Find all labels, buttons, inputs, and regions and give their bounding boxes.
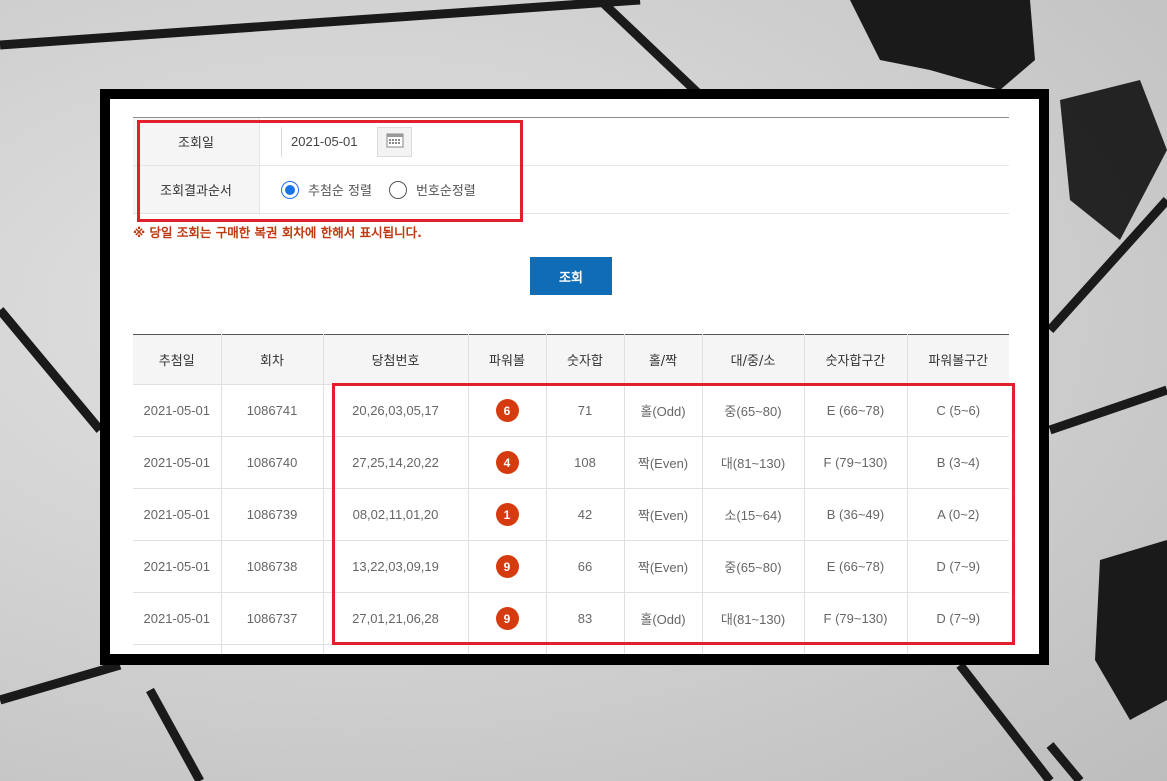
date-row: 조회일 xyxy=(133,118,1009,166)
cell-sum: 42 xyxy=(545,488,624,541)
cell-powerball: 9 xyxy=(467,540,546,593)
powerball-ball: 6 xyxy=(495,399,519,422)
search-button[interactable]: 조회 xyxy=(530,257,612,295)
header-odd-even: 홀/짝 xyxy=(623,334,702,385)
cell-size: 중(65~80) xyxy=(701,540,804,593)
cell-powerball-range: C (5~6) xyxy=(906,384,1009,437)
cell-round: 1086741 xyxy=(220,384,323,437)
cell-odd-even: 홀(Odd) xyxy=(623,592,702,645)
radio-number-order[interactable]: 번호순정렬 xyxy=(388,180,476,199)
cell-powerball: 6 xyxy=(467,384,546,437)
order-field: 추첨순 정렬 번호순정렬 xyxy=(260,166,1009,213)
cell-round: 1086739 xyxy=(220,488,323,541)
powerball-ball: 4 xyxy=(495,451,519,474)
screenshot-frame: 조회일 2021-05-01 조회결과순서 추첨순 정렬 번호순정렬 ※ 당일 … xyxy=(100,89,1049,665)
cell-date: 2021-05-01 xyxy=(133,592,221,645)
cell-numbers: 20,26,03,05,17 xyxy=(322,384,468,437)
radio-number-order-label: 번호순정렬 xyxy=(415,184,476,199)
calendar-button[interactable] xyxy=(377,127,411,156)
cell-powerball-range: D (7~9) xyxy=(906,540,1009,593)
results-table: 추첨일 회차 당첨번호 파워볼 숫자합 홀/짝 대/중/소 숫자합구간 파워볼구… xyxy=(133,334,1009,654)
table-row: 2021-05-01 1086738 13,22,03,09,19 9 66 짝… xyxy=(133,540,1009,593)
date-field xyxy=(260,118,1009,165)
radio-number-order-circle[interactable] xyxy=(388,180,407,199)
cell-sum: 71 xyxy=(545,384,624,437)
cell-numbers: 27,25,14,20,22 xyxy=(322,436,468,489)
cell-powerball-range: D (7~9) xyxy=(906,592,1009,645)
powerball-ball: 9 xyxy=(495,555,519,578)
table-row: 2021-05-01 1086741 20,26,03,05,17 6 71 홀… xyxy=(133,384,1009,437)
cell-odd-even: 짝(Even) xyxy=(623,436,702,489)
table-row: 2021-05-01 1086737 27,01,21,06,28 9 83 홀… xyxy=(133,592,1009,645)
header-sum: 숫자합 xyxy=(545,334,624,385)
cell-sum-range: E (66~78) xyxy=(803,540,907,593)
powerball-ball: 1 xyxy=(495,503,519,526)
cell-odd-even: 홀(Odd) xyxy=(623,384,702,437)
header-round: 회차 xyxy=(220,334,323,385)
cell-date: 2021-05-01 xyxy=(133,384,221,437)
calendar-icon xyxy=(386,132,404,152)
cell-date: 2021-05-01 xyxy=(133,488,221,541)
cell-powerball: 1 xyxy=(467,488,546,541)
cell-numbers: 13,22,03,09,19 xyxy=(322,540,468,593)
cell-odd-even: 짝(Even) xyxy=(623,488,702,541)
cell-sum-range: F (79~130) xyxy=(803,592,907,645)
cell-powerball-range: A (0~2) xyxy=(906,488,1009,541)
header-powerball-range: 파워볼구간 xyxy=(906,334,1009,385)
cell-round: 1086737 xyxy=(220,592,323,645)
search-form: 조회일 2021-05-01 조회결과순서 추첨순 정렬 번호순정렬 xyxy=(133,117,1009,214)
header-size: 대/중/소 xyxy=(701,334,804,385)
cell-size: 대(81~130) xyxy=(701,436,804,489)
date-picker xyxy=(281,126,412,157)
cell-size: 중(65~80) xyxy=(701,384,804,437)
cell-powerball: 9 xyxy=(467,592,546,645)
cell-sum: 108 xyxy=(545,436,624,489)
radio-draw-order[interactable]: 추첨순 정렬 xyxy=(281,180,372,199)
header-sum-range: 숫자합구간 xyxy=(803,334,907,385)
cell-sum-range: E (66~78) xyxy=(803,384,907,437)
header-draw-date: 추첨일 xyxy=(133,334,221,385)
cell-round: 1086738 xyxy=(220,540,323,593)
radio-draw-order-circle[interactable] xyxy=(281,180,299,199)
cell-date: 2021-05-01 xyxy=(133,540,221,593)
table-header-row: 추첨일 회차 당첨번호 파워볼 숫자합 홀/짝 대/중/소 숫자합구간 파워볼구… xyxy=(133,334,1009,385)
cell-numbers: 27,01,21,06,28 xyxy=(322,592,468,645)
table-row: 2021-05-01 1086740 27,25,14,20,22 4 108 … xyxy=(133,436,1009,489)
table-row: 2021-05-01 1086739 08,02,11,01,20 1 42 짝… xyxy=(133,488,1009,541)
cell-date: 2021-05-01 xyxy=(133,436,221,489)
lottery-result-panel: 조회일 2021-05-01 조회결과순서 추첨순 정렬 번호순정렬 ※ 당일 … xyxy=(110,99,1039,654)
cell-size: 대(81~130) xyxy=(701,592,804,645)
order-row: 조회결과순서 추첨순 정렬 번호순정렬 xyxy=(133,166,1009,213)
cell-size: 소(15~64) xyxy=(701,488,804,541)
cell-round: 1086740 xyxy=(220,436,323,489)
radio-draw-order-label: 추첨순 정렬 xyxy=(308,184,372,199)
header-powerball: 파워볼 xyxy=(467,334,546,385)
date-input[interactable] xyxy=(282,126,377,157)
date-label: 조회일 xyxy=(133,118,260,165)
powerball-ball: 9 xyxy=(495,607,519,630)
table-row-partial xyxy=(133,644,1009,654)
cell-powerball: 4 xyxy=(467,436,546,489)
cell-sum: 66 xyxy=(545,540,624,593)
order-radio-group: 추첨순 정렬 번호순정렬 xyxy=(281,180,493,199)
header-numbers: 당첨번호 xyxy=(322,334,468,385)
cell-sum: 83 xyxy=(545,592,624,645)
cell-sum-range: F (79~130) xyxy=(803,436,907,489)
cell-sum-range: B (36~49) xyxy=(803,488,907,541)
order-label: 조회결과순서 xyxy=(133,166,260,213)
cell-numbers: 08,02,11,01,20 xyxy=(322,488,468,541)
notice-text: ※ 당일 조회는 구매한 복권 회차에 한해서 표시됩니다. xyxy=(133,225,422,240)
cell-powerball-range: B (3~4) xyxy=(906,436,1009,489)
cell-odd-even: 짝(Even) xyxy=(623,540,702,593)
